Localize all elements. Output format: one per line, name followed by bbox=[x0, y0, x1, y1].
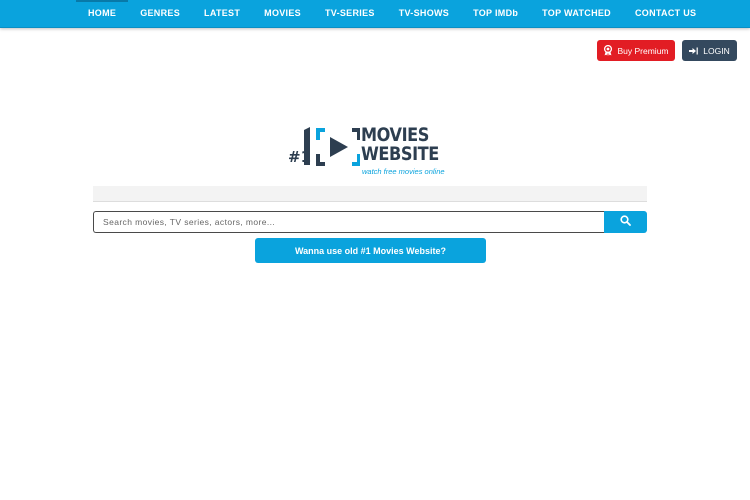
search-input[interactable] bbox=[93, 211, 604, 233]
login-button[interactable]: LOGIN bbox=[682, 40, 737, 61]
play-frame-icon bbox=[304, 127, 360, 166]
old-site-button[interactable]: Wanna use old #1 Movies Website? bbox=[255, 238, 486, 263]
site-logo[interactable]: #1 MOVIES WEBSITE watch free movies onli… bbox=[288, 126, 454, 178]
old-site-label: Wanna use old #1 Movies Website? bbox=[294, 245, 447, 256]
nav-item-genres[interactable]: GENRES bbox=[128, 0, 192, 27]
nav-item-tv-shows[interactable]: TV-SHOWS bbox=[387, 0, 461, 27]
nav-item-top-imdb[interactable]: TOP IMDb bbox=[461, 0, 530, 27]
sign-in-icon bbox=[689, 47, 699, 55]
logo-word-website: WEBSITE bbox=[361, 143, 439, 165]
nav-item-latest[interactable]: LATEST bbox=[192, 0, 252, 27]
search-bar bbox=[93, 211, 647, 233]
login-label: LOGIN bbox=[703, 45, 730, 56]
search-icon bbox=[620, 213, 631, 231]
nav-item-tv-series[interactable]: TV-SERIES bbox=[313, 0, 387, 27]
buy-premium-button[interactable]: Buy Premium bbox=[597, 40, 675, 61]
notice-bar bbox=[93, 186, 647, 202]
logo-tagline: watch free movies online bbox=[362, 167, 445, 176]
top-navigation: HOME GENRES LATEST MOVIES TV-SERIES TV-S… bbox=[0, 0, 750, 28]
nav-item-top-watched[interactable]: TOP WATCHED bbox=[530, 0, 623, 27]
nav-menu: HOME GENRES LATEST MOVIES TV-SERIES TV-S… bbox=[76, 0, 708, 27]
nav-item-contact-us[interactable]: CONTACT US bbox=[623, 0, 708, 27]
nav-item-home[interactable]: HOME bbox=[76, 0, 128, 27]
nav-item-movies[interactable]: MOVIES bbox=[252, 0, 313, 27]
buy-premium-label: Buy Premium bbox=[617, 45, 669, 56]
award-ribbon-icon bbox=[603, 45, 613, 56]
search-button[interactable] bbox=[604, 211, 647, 233]
